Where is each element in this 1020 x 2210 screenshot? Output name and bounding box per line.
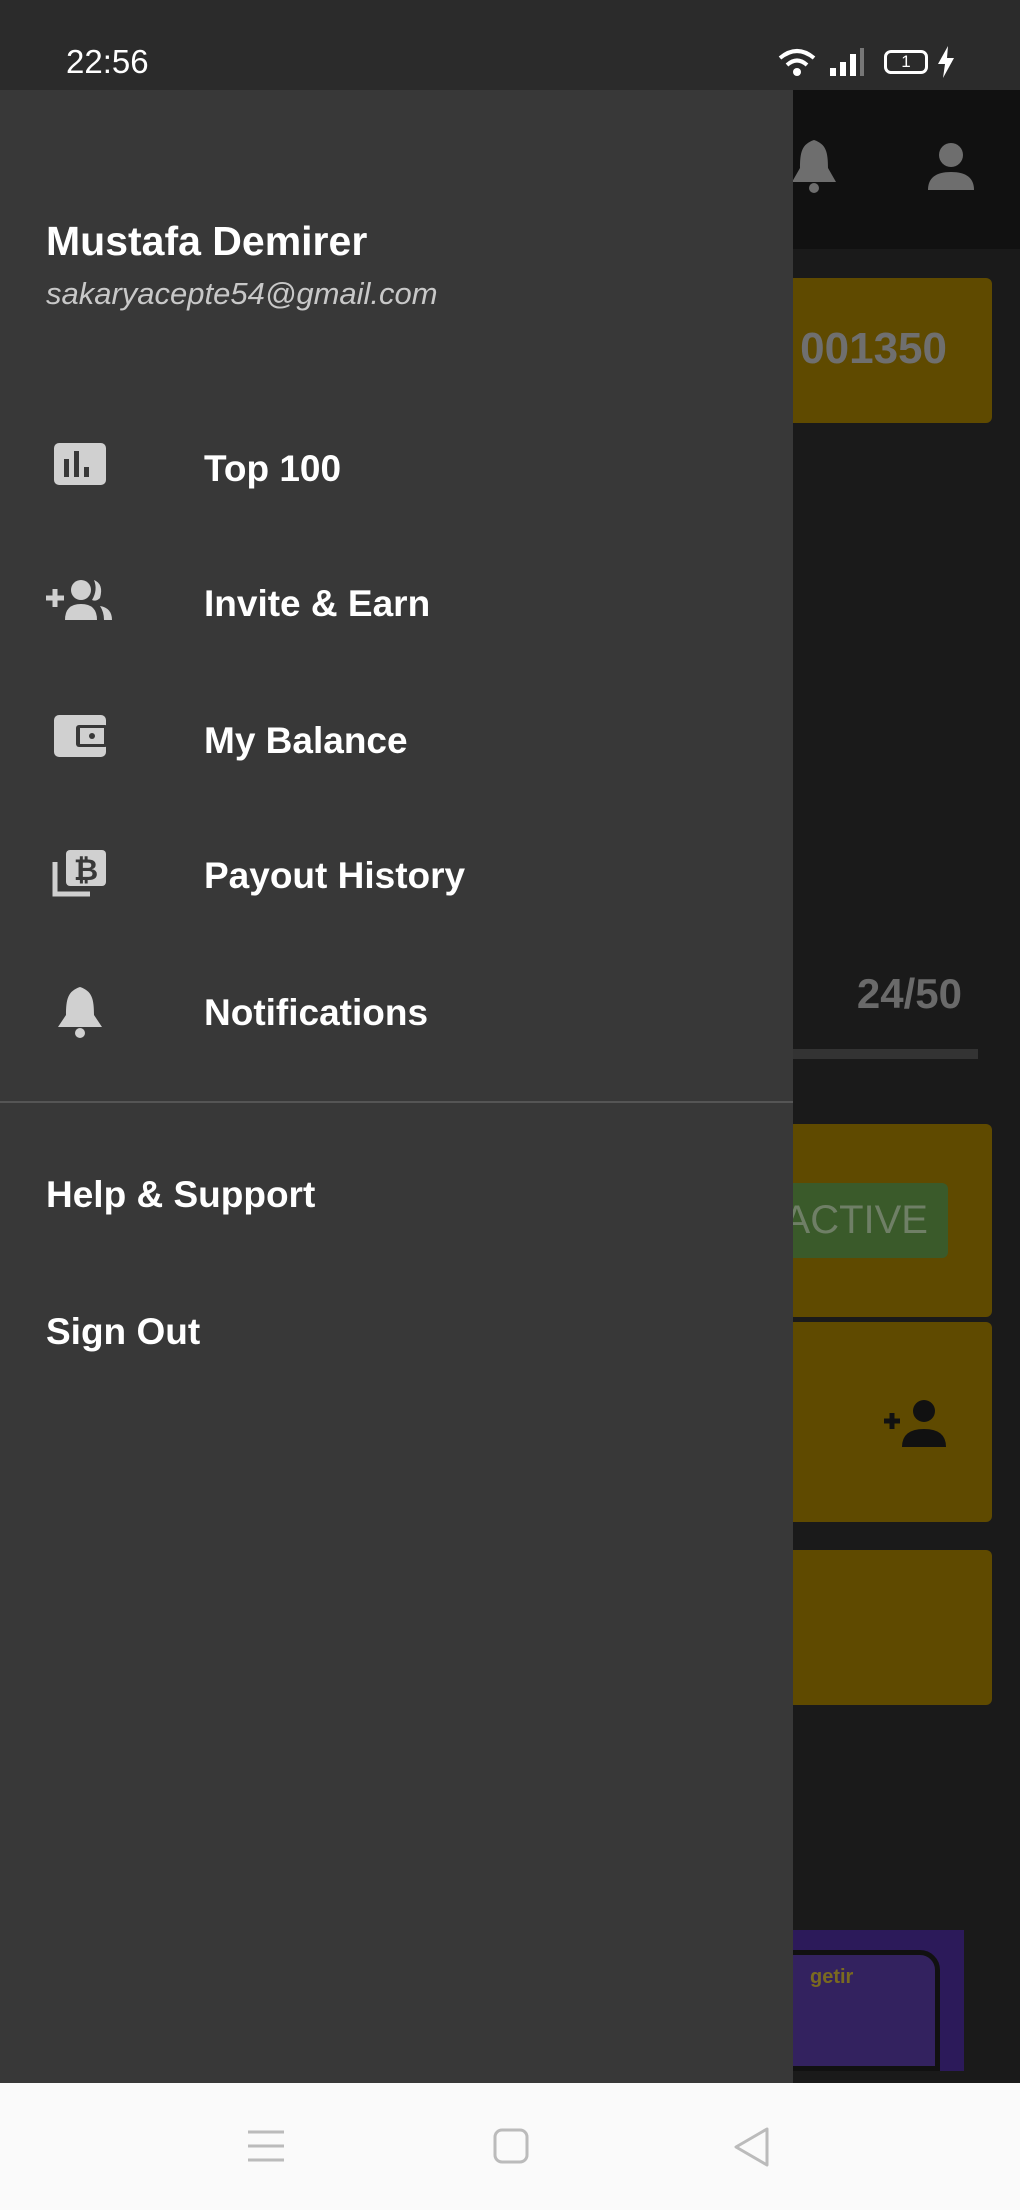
clock: 22:56 bbox=[66, 43, 149, 80]
menu-label: Invite & Earn bbox=[204, 583, 431, 624]
bitcoin-history-icon: ₿ bbox=[52, 850, 106, 897]
menu-label: Payout History bbox=[204, 855, 466, 896]
menu-item-notifications[interactable]: Notifications bbox=[0, 953, 793, 1073]
menu-item-top-100[interactable]: Top 100 bbox=[0, 409, 793, 529]
system-nav-bar bbox=[0, 2083, 1020, 2210]
menu-nav-icon[interactable] bbox=[248, 2129, 284, 2163]
menu-item-invite-earn[interactable]: Invite & Earn bbox=[0, 544, 793, 664]
battery-icon: 1 bbox=[884, 50, 928, 74]
leaderboard-icon bbox=[54, 443, 106, 485]
back-nav-icon[interactable] bbox=[733, 2127, 769, 2167]
navigation-drawer: Mustafa Demirer sakaryacepte54@gmail.com… bbox=[0, 90, 793, 2083]
svg-text:₿: ₿ bbox=[74, 853, 98, 888]
charging-icon bbox=[938, 46, 954, 78]
group-add-icon bbox=[46, 580, 112, 620]
notifications-icon[interactable] bbox=[790, 138, 838, 194]
progress-text: 24/50 bbox=[856, 970, 962, 1017]
status-bar: 22:56 1 bbox=[0, 0, 1020, 90]
user-email: sakaryacepte54@gmail.com bbox=[46, 276, 438, 311]
person-add-icon bbox=[884, 1400, 946, 1447]
signal-icon bbox=[830, 48, 864, 76]
menu-item-my-balance[interactable]: My Balance bbox=[0, 681, 793, 801]
profile-icon[interactable] bbox=[926, 142, 976, 192]
sign-out-item[interactable]: Sign Out bbox=[46, 1311, 200, 1353]
code-value: 001350 bbox=[800, 324, 947, 373]
menu-label: Notifications bbox=[204, 992, 429, 1033]
wallet-icon bbox=[54, 715, 108, 757]
menu-item-payout-history[interactable]: ₿ Payout History bbox=[0, 816, 793, 936]
menu-label: My Balance bbox=[204, 720, 408, 761]
wifi-icon bbox=[778, 49, 816, 76]
bell-icon bbox=[58, 987, 102, 1038]
menu-label: Top 100 bbox=[204, 448, 342, 489]
home-nav-icon[interactable] bbox=[493, 2128, 529, 2164]
user-name: Mustafa Demirer bbox=[46, 218, 368, 264]
divider bbox=[0, 1101, 793, 1103]
ad-brand: getir bbox=[810, 1966, 854, 1988]
help-support-item[interactable]: Help & Support bbox=[46, 1174, 315, 1216]
